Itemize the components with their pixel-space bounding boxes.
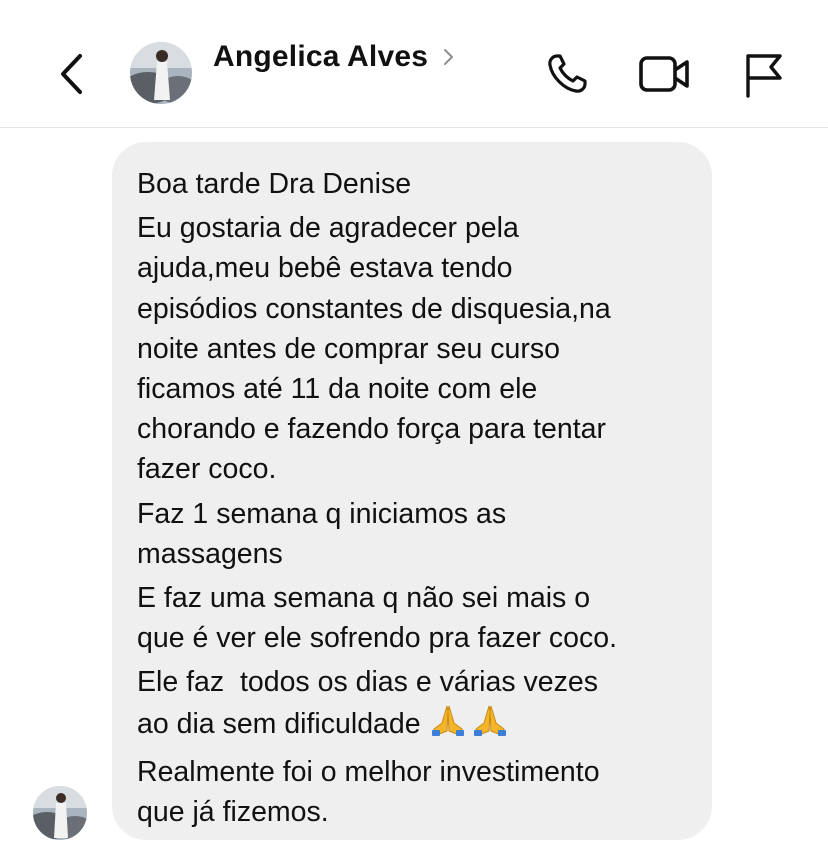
video-call-button[interactable] bbox=[636, 46, 694, 102]
message-paragraph: Ele faz todos os dias e várias vezes ao … bbox=[137, 662, 690, 747]
report-button[interactable] bbox=[734, 46, 792, 102]
message-line: Eu gostaria de agradecer pela bbox=[137, 212, 519, 245]
contact-avatar[interactable] bbox=[130, 42, 192, 104]
phone-icon bbox=[548, 54, 587, 93]
message-line: episódios constantes de disquesia,na bbox=[137, 292, 611, 325]
back-button[interactable] bbox=[52, 50, 92, 98]
message-line: que já fizemos. bbox=[137, 796, 329, 829]
message-line: Faz 1 semana q iniciamos as bbox=[137, 497, 507, 530]
message-line: ficamos até 11 da noite com ele bbox=[137, 373, 538, 406]
contact-name: Angelica Alves bbox=[213, 40, 429, 73]
message-line: ao dia sem dificuldade bbox=[137, 707, 421, 740]
chevron-right-icon bbox=[444, 49, 454, 65]
message-line: Ele faz todos os dias e várias vezes bbox=[137, 666, 598, 699]
message-line: ajuda,meu bebê estava tendo bbox=[137, 252, 513, 285]
message-paragraph: Eu gostaria de agradecer pela ajuda,meu … bbox=[137, 208, 690, 489]
message-paragraph: Faz 1 semana q iniciamos as massagens bbox=[137, 494, 690, 574]
video-camera-icon bbox=[639, 56, 689, 92]
message-line: noite antes de comprar seu curso bbox=[137, 332, 560, 365]
folded-hands-icon bbox=[427, 703, 511, 748]
avatar-photo bbox=[33, 786, 87, 840]
sender-avatar[interactable] bbox=[33, 786, 87, 840]
chevron-left-icon bbox=[61, 54, 82, 94]
message-line: chorando e fazendo força para tentar bbox=[137, 413, 606, 446]
avatar-photo bbox=[130, 42, 192, 104]
message-line: que é ver ele sofrendo pra fazer coco. bbox=[137, 622, 618, 655]
message-paragraph: Boa tarde Dra Denise bbox=[137, 164, 690, 204]
message-paragraph: Realmente foi o melhor investimento que … bbox=[137, 752, 690, 832]
message-line: fazer coco. bbox=[137, 453, 277, 486]
message-bubble[interactable]: Boa tarde Dra Denise Eu gostaria de agra… bbox=[112, 142, 712, 840]
chat-header: Angelica Alves bbox=[0, 0, 828, 128]
message-paragraph: E faz uma semana q não sei mais o que é … bbox=[137, 578, 690, 658]
call-button[interactable] bbox=[538, 46, 596, 102]
message-line: E faz uma semana q não sei mais o bbox=[137, 582, 591, 615]
contact-name-button[interactable]: Angelica Alves bbox=[213, 40, 456, 74]
message-line: Boa tarde Dra Denise bbox=[137, 168, 412, 200]
message-line: Realmente foi o melhor investimento bbox=[137, 755, 600, 788]
message-line-with-emoji: ao dia sem dificuldade bbox=[137, 703, 690, 748]
flag-icon bbox=[746, 54, 782, 98]
message-line: massagens bbox=[137, 537, 283, 570]
